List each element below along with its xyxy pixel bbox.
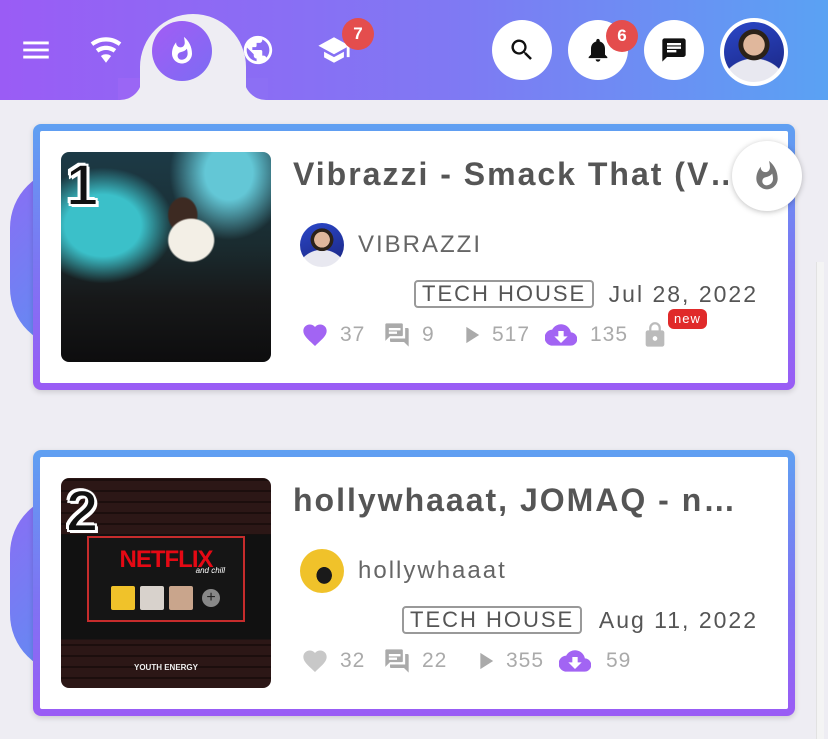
artist-name[interactable]: VIBRAZZI [358, 225, 482, 265]
cover-brand: YOUTH ENERGY [133, 663, 198, 672]
likes-count: 32 [340, 649, 366, 672]
lock-icon [640, 317, 670, 353]
comment-icon[interactable] [382, 317, 412, 353]
search-button[interactable] [492, 20, 552, 80]
trending-fab-button[interactable] [732, 141, 802, 211]
fire-tab-active[interactable] [152, 21, 212, 81]
cover-profiles: + [111, 586, 220, 610]
download-cloud-icon[interactable] [544, 317, 578, 353]
track-card[interactable]: 1 Vibrazzi - Smack That (Vibrazzi Remix)… [33, 124, 795, 390]
globe-icon[interactable] [236, 28, 280, 72]
active-tab-curve-left [118, 78, 142, 100]
fire-icon [756, 160, 778, 190]
track-title[interactable]: Vibrazzi - Smack That (Vibrazzi Remix) [293, 153, 745, 195]
release-date: Jul 28, 2022 [608, 281, 758, 307]
plays-count: 355 [506, 649, 545, 672]
release-date: Aug 11, 2022 [598, 607, 758, 633]
downloads-count: 59 [606, 649, 632, 672]
track-rank: 1 [65, 153, 99, 218]
comments-count: 22 [422, 649, 448, 672]
notifications-badge: 6 [606, 20, 638, 52]
artist-avatar[interactable] [300, 549, 344, 593]
heart-icon[interactable] [300, 643, 330, 679]
artist-avatar[interactable] [300, 223, 344, 267]
track-card[interactable]: NETFLIX and chill + YOUTH ENERGY 2 holly… [33, 450, 795, 716]
wifi-icon[interactable] [84, 28, 128, 72]
artist-name[interactable]: hollywhaaat [358, 551, 507, 591]
search-icon [511, 39, 532, 60]
fire-icon [172, 36, 192, 64]
comment-icon[interactable] [382, 643, 412, 679]
likes-count: 37 [340, 323, 366, 346]
heart-icon[interactable] [300, 317, 330, 353]
profile-avatar[interactable] [720, 18, 788, 86]
cover-subtitle: and chill [195, 566, 225, 575]
genre-tag[interactable]: TECH HOUSE [402, 606, 583, 634]
track-title[interactable]: hollywhaaat, JOMAQ - netflix and chill [293, 479, 745, 521]
downloads-count: 135 [590, 323, 629, 346]
scrollbar[interactable] [816, 262, 824, 739]
school-badge: 7 [342, 18, 374, 50]
track-rank: 2 [65, 479, 99, 544]
cover-frame: NETFLIX and chill + [87, 536, 245, 622]
play-icon[interactable] [456, 317, 486, 353]
comments-count: 9 [422, 323, 435, 346]
new-badge: new [668, 309, 707, 329]
chat-icon [662, 38, 686, 62]
menu-icon[interactable] [14, 28, 58, 72]
messages-button[interactable] [644, 20, 704, 80]
genre-tag[interactable]: TECH HOUSE [414, 280, 595, 308]
top-nav-bar: 7 6 [0, 0, 828, 106]
plays-count: 517 [492, 323, 531, 346]
play-icon[interactable] [470, 643, 500, 679]
download-cloud-icon[interactable] [558, 643, 592, 679]
active-tab-curve-right [244, 78, 268, 100]
